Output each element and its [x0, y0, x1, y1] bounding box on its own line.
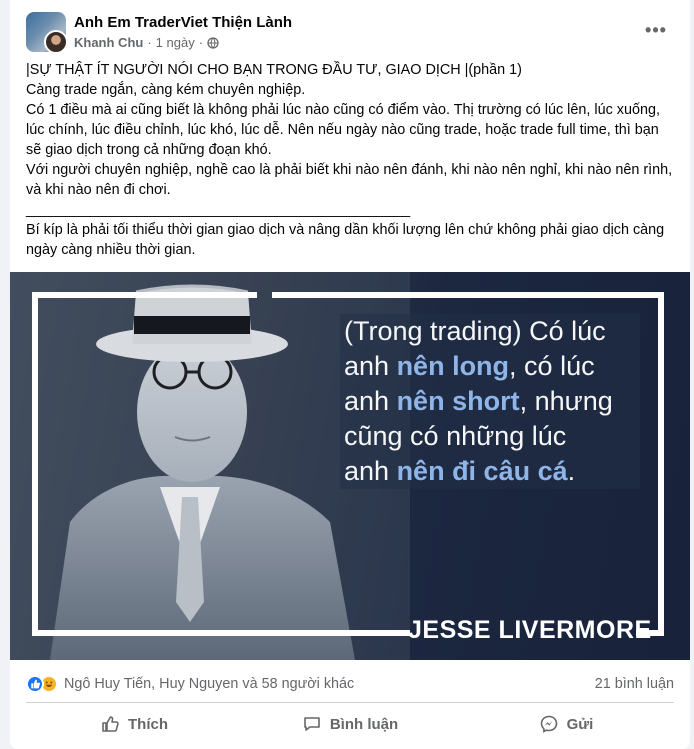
frame-border — [32, 292, 257, 298]
quote-line: anh nên long, có lúc — [340, 349, 640, 384]
meta-separator: · — [147, 35, 152, 50]
post-meta: Khanh Chu · 1 ngày · — [74, 35, 219, 50]
post-time-link[interactable]: 1 ngày — [156, 35, 195, 50]
quote-line: cũng có những lúc — [340, 419, 640, 454]
quote-line: anh nên short, nhưng — [340, 384, 640, 419]
quote-line: anh nên đi câu cá. — [340, 454, 640, 489]
author-avatar[interactable] — [44, 30, 68, 54]
post-text-line: ________________________________________… — [26, 202, 411, 218]
like-reaction-icon — [26, 675, 44, 693]
share-button[interactable]: Gửi — [458, 706, 674, 742]
frame-border — [32, 630, 410, 636]
reaction-icons — [26, 675, 58, 693]
author-name-link[interactable]: Khanh Chu — [74, 35, 143, 50]
post-actions: Thích Bình luận Gửi — [26, 706, 674, 742]
reaction-summary[interactable]: Ngô Huy Tiến, Huy Nguyen và 58 người khá… — [26, 675, 354, 693]
image-quote: (Trong trading) Có lúc anh nên long, có … — [340, 314, 640, 489]
post-text-line: Càng trade ngắn, càng kém chuyên nghiệp. — [26, 82, 306, 98]
reaction-names[interactable]: Ngô Huy Tiến, Huy Nguyen và 58 người khá… — [64, 676, 354, 692]
post-text-line: |SỰ THẬT ÍT NGƯỜI NÓI CHO BẠN TRONG ĐẦU … — [26, 62, 522, 78]
messenger-icon — [540, 715, 557, 733]
like-label: Thích — [128, 715, 168, 733]
post-image[interactable]: (Trong trading) Có lúc anh nên long, có … — [10, 272, 690, 660]
post-text-line: Bí kíp là phải tối thiểu thời gian giao … — [26, 222, 669, 258]
quote-line: (Trong trading) Có lúc — [340, 314, 640, 349]
comments-count-link[interactable]: 21 bình luận — [595, 676, 674, 692]
post-body: |SỰ THẬT ÍT NGƯỜI NÓI CHO BẠN TRONG ĐẦU … — [26, 60, 674, 260]
post-header: Anh Em TraderViet Thiện Lành Khanh Chu ·… — [26, 12, 678, 54]
post-card: Anh Em TraderViet Thiện Lành Khanh Chu ·… — [10, 0, 690, 749]
meta-separator: · — [198, 35, 204, 50]
quote-signature: JESSE LIVERMORE — [408, 616, 652, 644]
globe-icon — [207, 36, 219, 49]
comment-bubble-icon — [304, 717, 320, 731]
frame-border — [658, 292, 664, 636]
post-text-line: Có 1 điều mà ai cũng biết là không phải … — [26, 102, 664, 158]
post-text-line: Với người chuyên nghiệp, nghề cao là phả… — [26, 162, 677, 198]
comment-button[interactable]: Bình luận — [242, 706, 458, 742]
group-name-link[interactable]: Anh Em TraderViet Thiện Lành — [74, 14, 292, 31]
thumbs-up-icon — [102, 716, 119, 732]
reactions-bar: Ngô Huy Tiến, Huy Nguyen và 58 người khá… — [26, 670, 674, 698]
share-label: Gửi — [566, 715, 594, 733]
more-options-button[interactable]: ••• — [642, 16, 670, 44]
like-button[interactable]: Thích — [26, 706, 242, 742]
frame-border — [272, 292, 658, 298]
comment-label: Bình luận — [329, 715, 399, 733]
frame-border — [32, 292, 38, 636]
actions-divider — [26, 702, 674, 703]
